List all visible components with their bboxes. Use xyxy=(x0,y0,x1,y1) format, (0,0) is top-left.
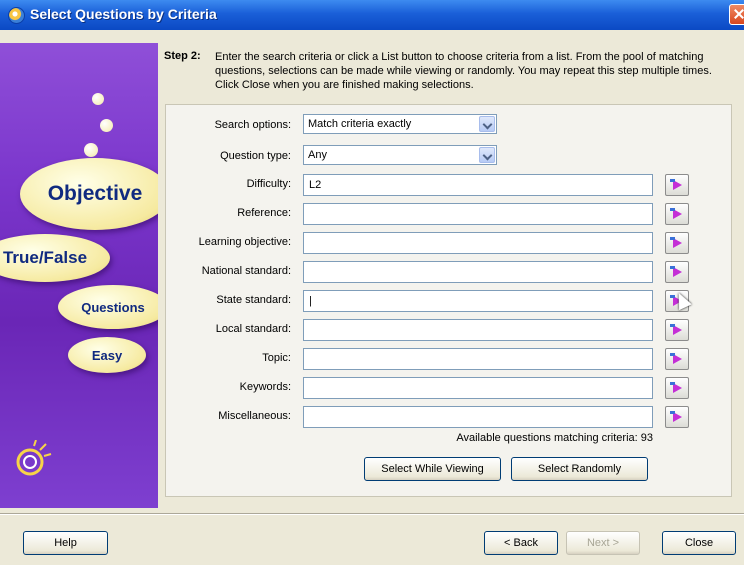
reference-list-button[interactable] xyxy=(665,203,689,225)
learning-objective-list-button[interactable] xyxy=(665,232,689,254)
difficulty-input[interactable]: L2 xyxy=(303,174,653,196)
learning-objective-label: Learning objective: xyxy=(198,236,291,248)
chevron-down-icon[interactable] xyxy=(479,116,495,132)
state-standard-label: State standard: xyxy=(216,294,291,306)
oval-objective: Objective xyxy=(20,158,158,230)
footer-divider xyxy=(0,513,744,515)
national-standard-label: National standard: xyxy=(201,265,291,277)
keywords-input[interactable] xyxy=(303,377,653,399)
miscellaneous-input[interactable] xyxy=(303,406,653,428)
text-caret: | xyxy=(309,295,312,307)
window-title: Select Questions by Criteria xyxy=(30,6,217,22)
local-standard-list-button[interactable] xyxy=(665,319,689,341)
window-close-button[interactable] xyxy=(729,4,744,25)
topic-input[interactable] xyxy=(303,348,653,370)
question-type-dropdown[interactable]: Any xyxy=(303,145,497,165)
keywords-label: Keywords: xyxy=(239,381,291,393)
difficulty-list-button[interactable] xyxy=(665,174,689,196)
topic-label: Topic: xyxy=(262,352,291,364)
national-standard-input[interactable] xyxy=(303,261,653,283)
oval-true-false: True/False xyxy=(0,234,110,282)
search-options-value: Match criteria exactly xyxy=(308,118,412,130)
step-label: Step 2: xyxy=(164,50,201,62)
question-type-value: Any xyxy=(308,149,327,161)
difficulty-value: L2 xyxy=(309,179,322,191)
miscellaneous-label: Miscellaneous: xyxy=(218,410,291,422)
select-randomly-button[interactable]: Select Randomly xyxy=(511,457,648,481)
app-icon xyxy=(8,7,25,24)
search-options-dropdown[interactable]: Match criteria exactly xyxy=(303,114,497,134)
local-standard-input[interactable] xyxy=(303,319,653,341)
available-questions-count: Available questions matching criteria: 9… xyxy=(456,432,653,444)
decor-dot xyxy=(92,93,104,105)
miscellaneous-list-button[interactable] xyxy=(665,406,689,428)
topic-list-button[interactable] xyxy=(665,348,689,370)
next-button[interactable]: Next > xyxy=(566,531,640,555)
national-standard-list-button[interactable] xyxy=(665,261,689,283)
learning-objective-input[interactable] xyxy=(303,232,653,254)
title-bar: Select Questions by Criteria xyxy=(0,0,744,30)
select-while-viewing-button[interactable]: Select While Viewing xyxy=(364,457,501,481)
question-type-label: Question type: xyxy=(220,150,291,162)
state-standard-input[interactable]: | xyxy=(303,290,653,312)
chevron-down-icon[interactable] xyxy=(479,147,495,163)
difficulty-label: Difficulty: xyxy=(246,178,291,190)
search-options-label: Search options: xyxy=(214,119,291,131)
lightbulb-icon xyxy=(16,440,52,476)
back-button[interactable]: < Back xyxy=(484,531,558,555)
decor-dot xyxy=(84,143,98,157)
keywords-list-button[interactable] xyxy=(665,377,689,399)
reference-input[interactable] xyxy=(303,203,653,225)
reference-label: Reference: xyxy=(237,207,291,219)
step-instructions: Enter the search criteria or click a Lis… xyxy=(215,51,712,91)
help-button[interactable]: Help xyxy=(23,531,108,555)
close-button[interactable]: Close xyxy=(662,531,736,555)
local-standard-label: Local standard: xyxy=(215,323,291,335)
